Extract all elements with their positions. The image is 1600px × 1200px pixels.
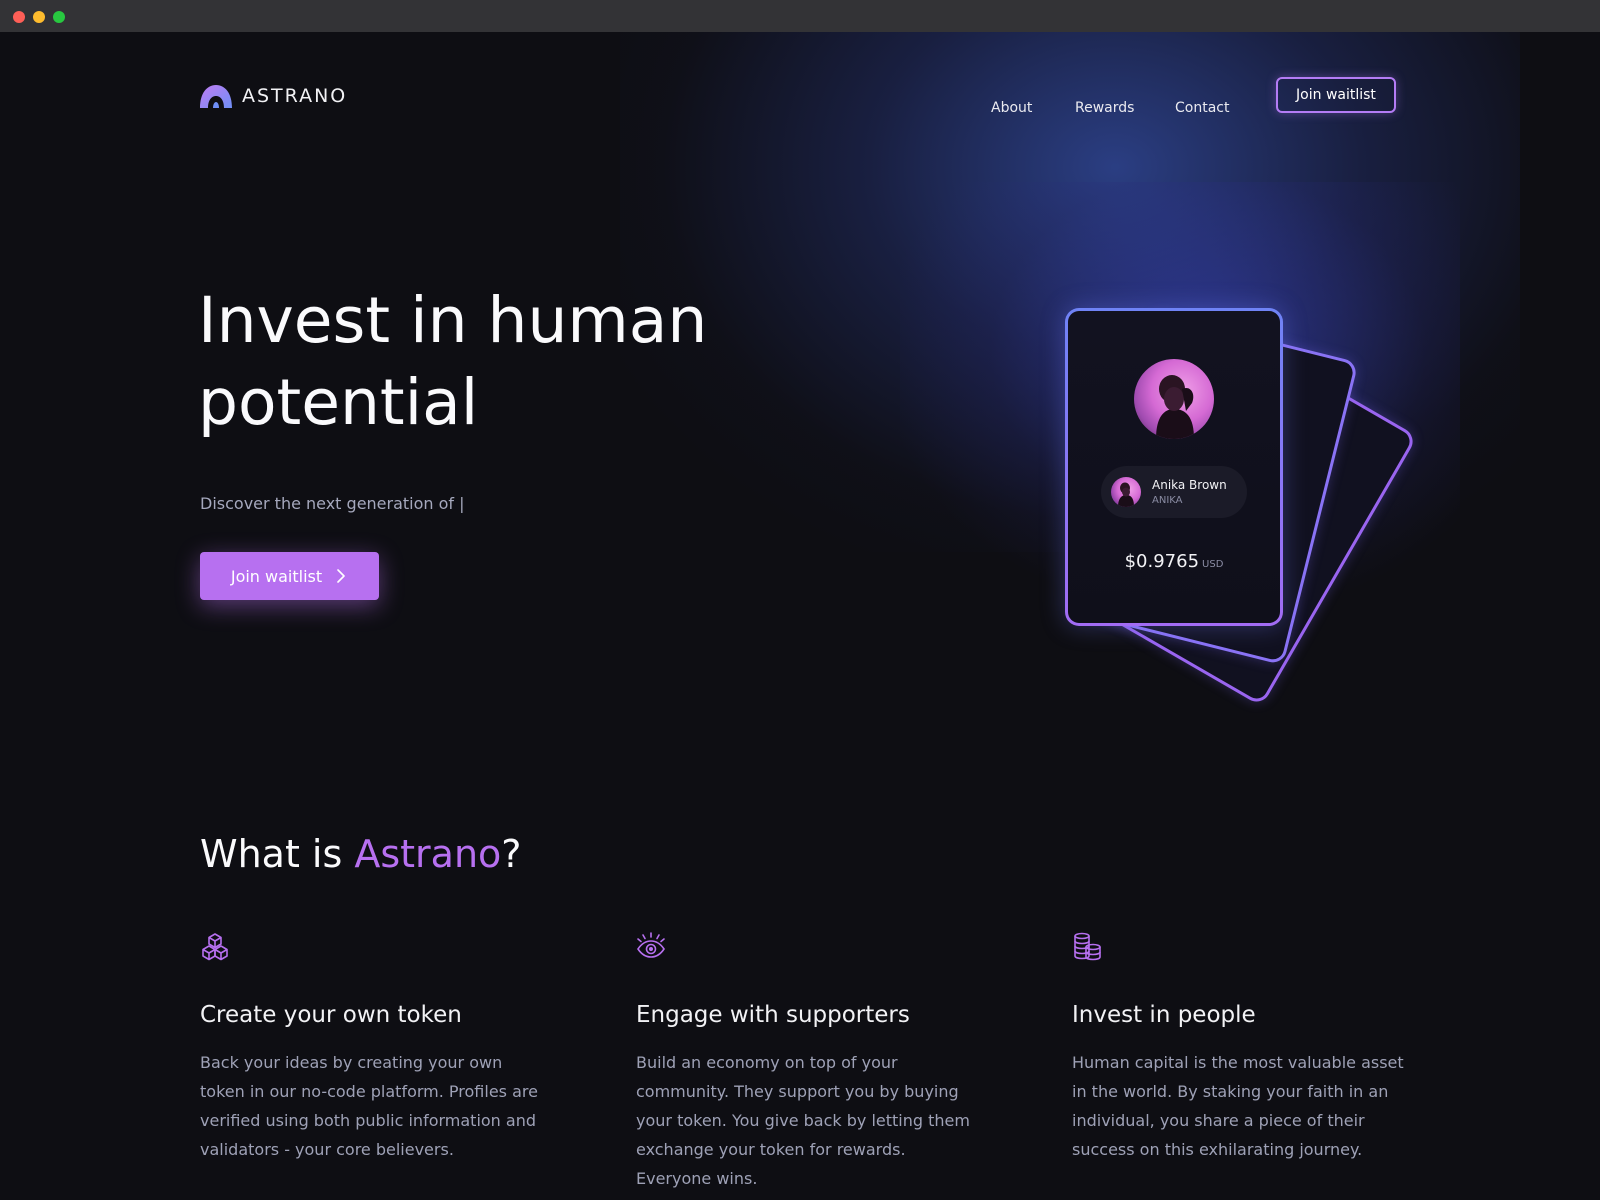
profile-avatar-large: [1134, 359, 1214, 439]
feature-body: Build an economy on top of your communit…: [636, 1053, 970, 1188]
feature-invest-people: Invest in people Human capital is the mo…: [1072, 932, 1412, 1164]
brand-name: ASTRANO: [242, 85, 348, 107]
astrano-logo-icon: [200, 85, 232, 108]
eye-icon: [637, 932, 665, 958]
feature-title: Create your own token: [200, 1002, 462, 1028]
token-card[interactable]: Anika Brown ANIKA $0.9765 USD: [1065, 308, 1283, 626]
feature-title: Engage with supporters: [636, 1002, 910, 1028]
feature-body: Back your ideas by creating your own tok…: [200, 1053, 538, 1159]
chevron-right-icon: [337, 569, 345, 583]
person-portrait-icon: [1156, 375, 1194, 439]
close-window-button[interactable]: [13, 11, 25, 23]
brand-logo[interactable]: ASTRANO: [200, 84, 347, 108]
token-price: $0.9765 USD: [1068, 551, 1280, 572]
nav-join-waitlist-button[interactable]: Join waitlist: [1276, 77, 1396, 113]
hero-title: Invest in human potential: [198, 284, 708, 439]
section-title-accent: Astrano: [354, 832, 502, 876]
maximize-window-button[interactable]: [53, 11, 65, 23]
person-portrait-icon: [1118, 482, 1134, 507]
feature-title: Invest in people: [1072, 1002, 1256, 1028]
hero-join-waitlist-button[interactable]: Join waitlist: [200, 552, 379, 600]
nav-about[interactable]: About: [991, 100, 1032, 116]
hero-subtitle: Discover the next generation of |: [200, 494, 465, 513]
section-title-prefix: What is: [200, 832, 355, 876]
feature-body: Human capital is the most valuable asset…: [1072, 1053, 1404, 1159]
nav-rewards[interactable]: Rewards: [1075, 100, 1134, 116]
cubes-icon: [202, 933, 228, 961]
hero-join-waitlist-label: Join waitlist: [230, 566, 323, 586]
section-title-suffix: ?: [501, 832, 522, 876]
minimize-window-button[interactable]: [33, 11, 45, 23]
nav-contact[interactable]: Contact: [1175, 100, 1229, 116]
creator-name: Anika Brown: [1152, 478, 1227, 492]
creator-pill[interactable]: Anika Brown ANIKA: [1101, 466, 1247, 518]
creator-info: Anika Brown ANIKA: [1152, 478, 1227, 506]
token-price-currency: USD: [1202, 559, 1224, 570]
profile-avatar-small: [1111, 477, 1141, 507]
landing-page: ASTRANO About Rewards Contact Join waitl…: [0, 32, 1600, 1200]
token-price-value: $0.9765: [1124, 551, 1200, 572]
window-titlebar: [0, 0, 1600, 33]
feature-engage-supporters: Engage with supporters Build an economy …: [636, 932, 976, 1193]
section-title: What is Astrano?: [200, 832, 521, 876]
creator-handle: ANIKA: [1152, 495, 1183, 506]
coins-icon: [1074, 932, 1101, 961]
feature-create-token: Create your own token Back your ideas by…: [200, 932, 540, 1164]
